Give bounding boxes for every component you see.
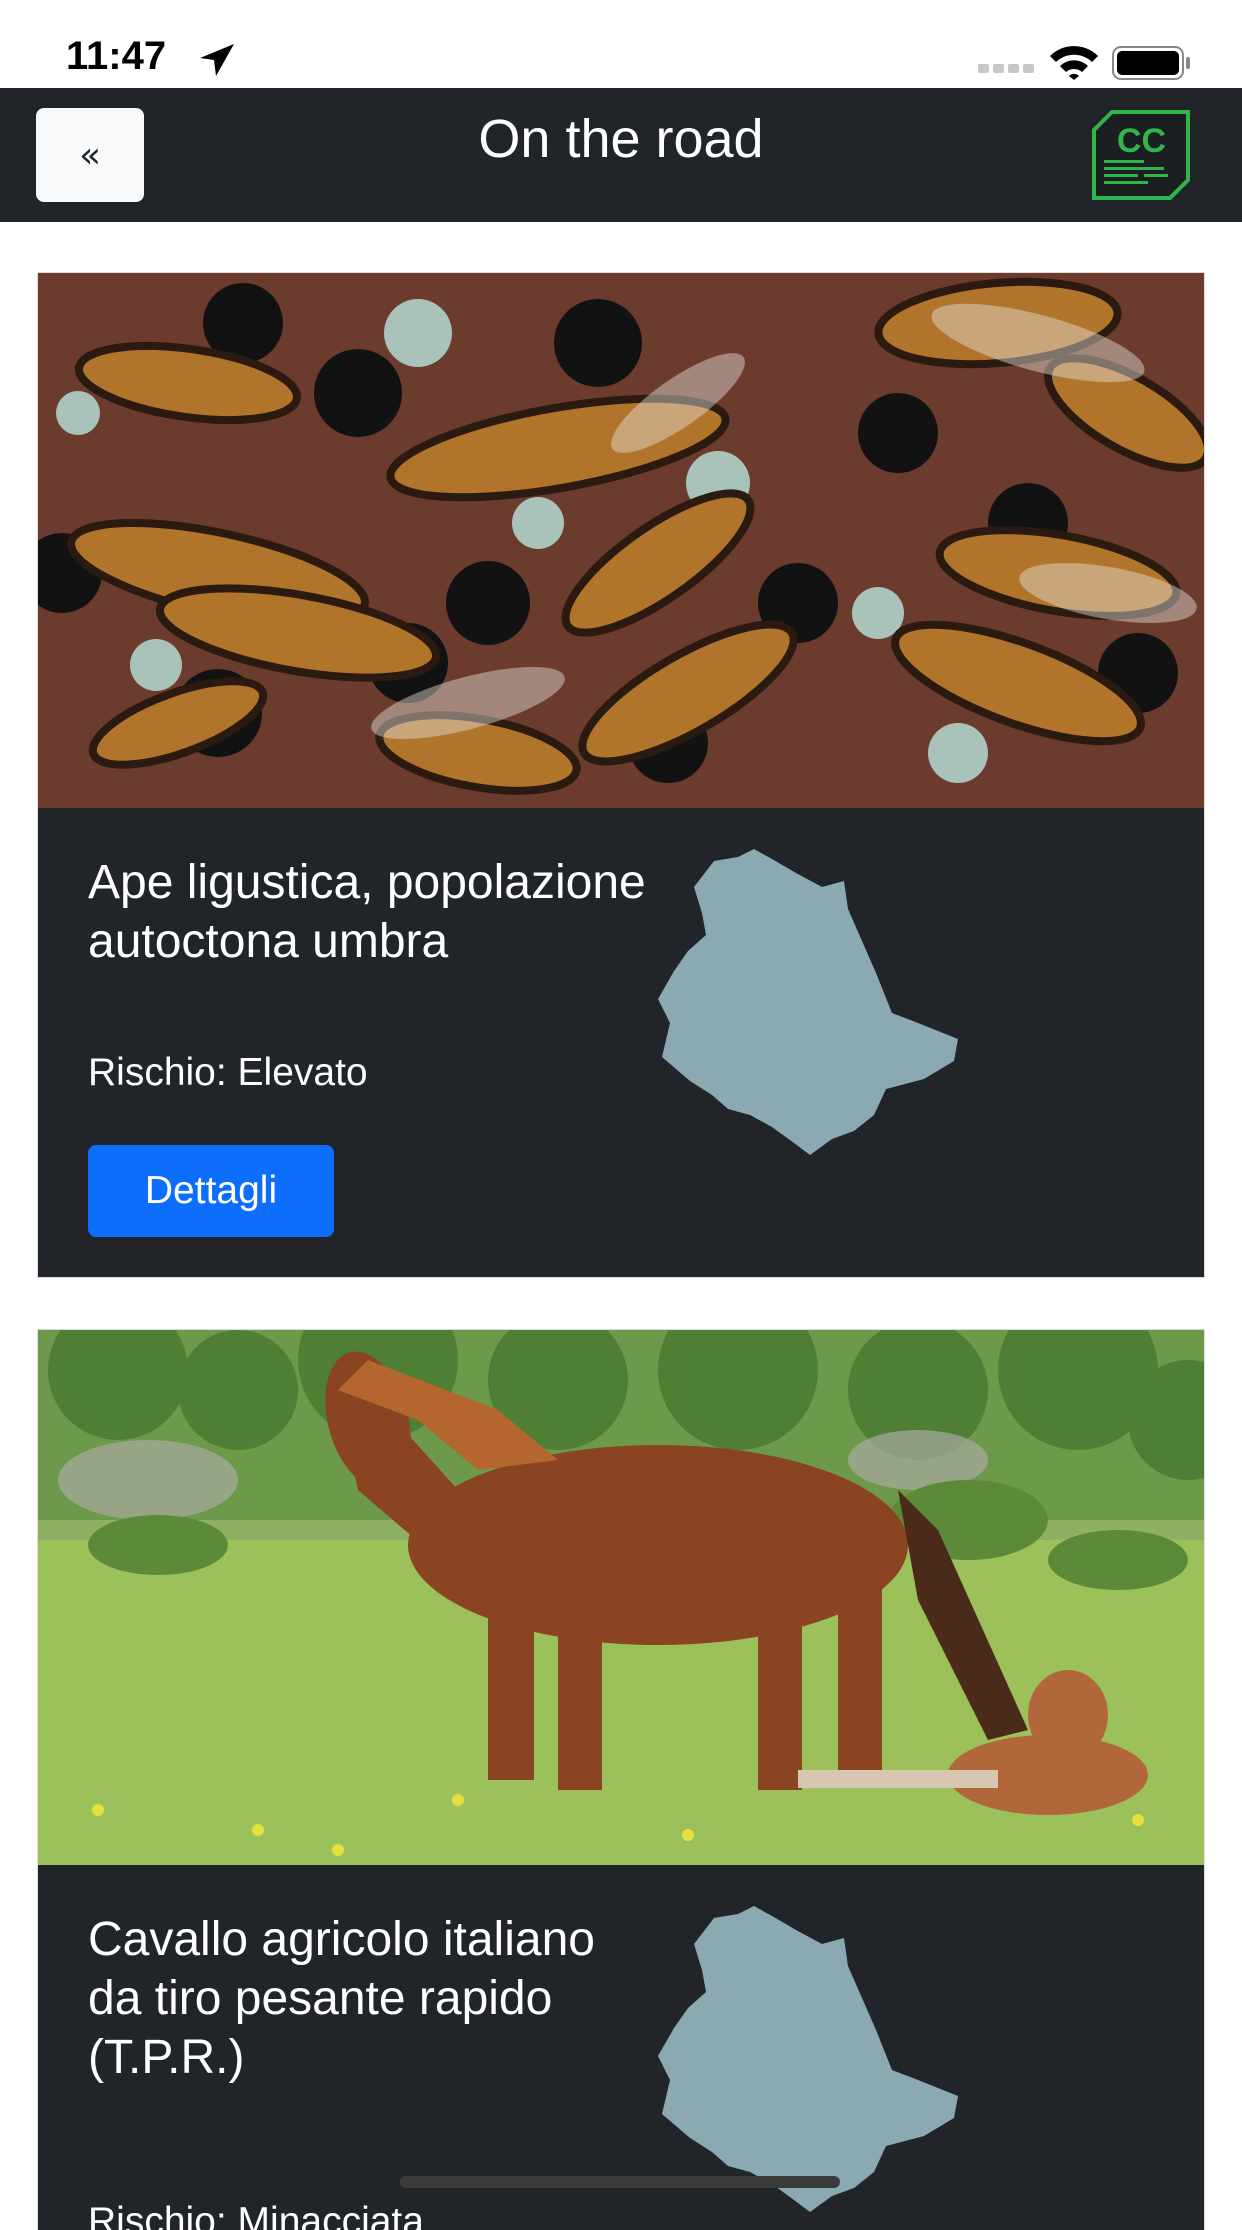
horse-image [38, 1330, 1204, 1865]
wifi-icon [1050, 46, 1098, 80]
status-time: 11:47 [66, 34, 167, 78]
card-item: Cavallo agricolo italiano da tiro pesant… [38, 1330, 1204, 2230]
umbria-map-icon [658, 849, 958, 1155]
status-bar: 11:47 [0, 0, 1242, 88]
home-indicator[interactable] [400, 2176, 840, 2188]
cc-logo[interactable]: CC [1090, 108, 1192, 200]
navbar: « On the road CC [0, 88, 1242, 222]
card-title: Ape ligustica, popolazione autoctona umb… [88, 856, 646, 968]
bees-image [38, 273, 1204, 808]
signal-icon [978, 64, 1034, 73]
card-risk: Rischio: Minacciata [88, 2200, 424, 2230]
card-risk: Rischio: Elevato [88, 1051, 368, 1094]
battery-icon [1112, 46, 1190, 80]
card-item: Ape ligustica, popolazione autoctona umb… [38, 273, 1204, 1277]
logo-text: CC [1117, 122, 1166, 160]
location-arrow-icon [200, 44, 234, 76]
card-title: Cavallo agricolo italiano da tiro pesant… [88, 1913, 595, 2084]
details-button[interactable]: Dettagli [88, 1145, 334, 1237]
page-title: On the road [478, 109, 764, 169]
